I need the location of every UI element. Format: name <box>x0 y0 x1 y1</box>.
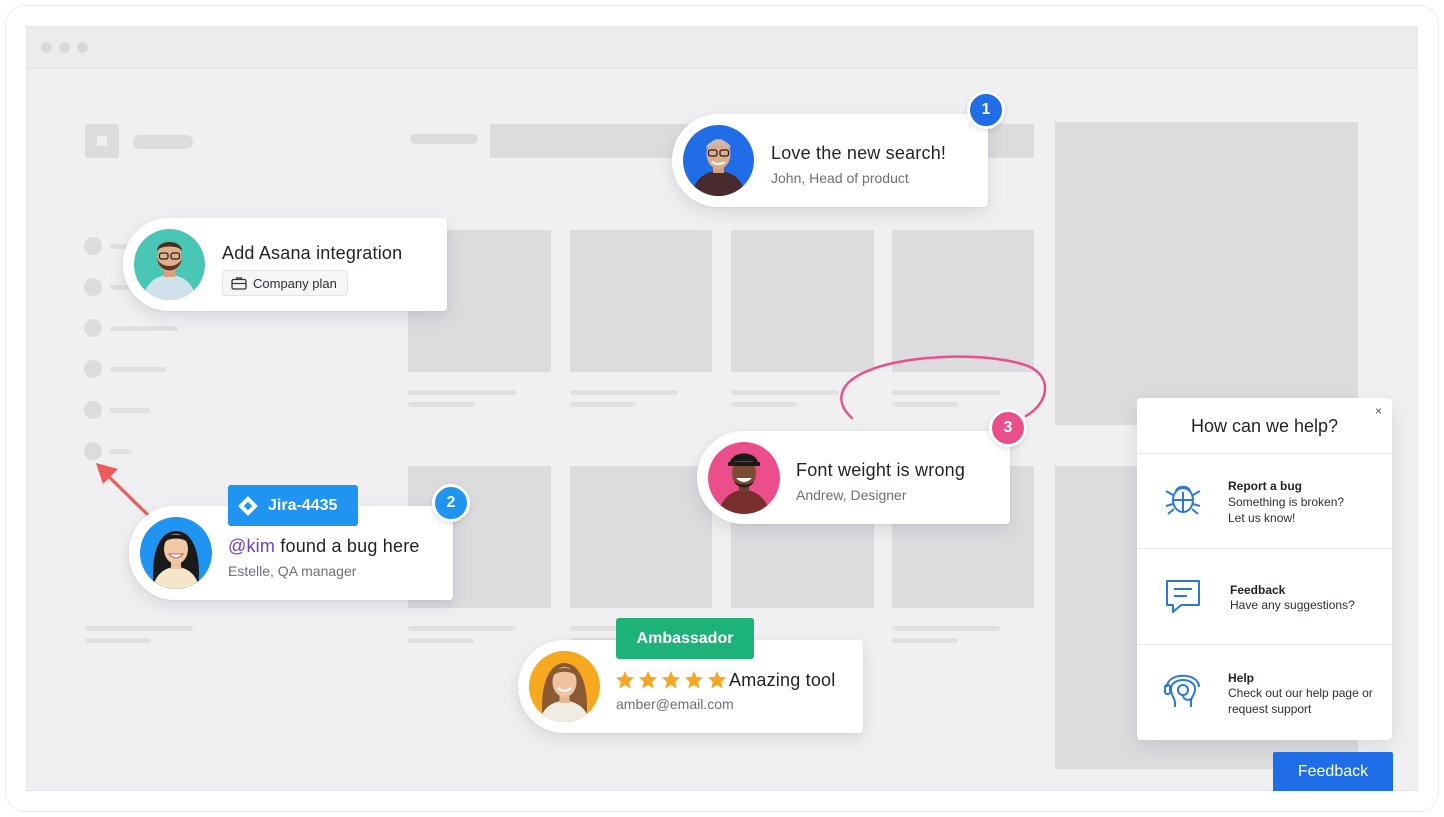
comment-text: Font weight is wrong <box>796 460 966 480</box>
avatar <box>708 442 780 514</box>
star-icon <box>707 670 727 689</box>
help-option-feedback[interactable]: Feedback Have any suggestions? <box>1137 548 1392 644</box>
bug-icon <box>1165 485 1201 515</box>
help-option-description: Check out our help page or request suppo… <box>1228 686 1373 716</box>
comment-author: Andrew, Designer <box>796 487 907 503</box>
help-option-title: Report a bug <box>1228 479 1302 493</box>
window-dot[interactable] <box>41 42 52 53</box>
comment-card-love-search[interactable]: Love the new search! John, Head of produ… <box>672 114 988 207</box>
pin-badge-1[interactable]: 1 <box>967 91 1005 129</box>
support-headset-icon <box>1164 674 1200 707</box>
jira-ticket-tag[interactable]: Jira-4435 <box>228 485 358 526</box>
plan-tag: Company plan <box>222 270 348 296</box>
ambassador-tag: Ambassador <box>616 618 754 659</box>
pin-badge-3[interactable]: 3 <box>989 409 1027 447</box>
speech-bubble-icon <box>1166 580 1200 613</box>
pin-badge-2[interactable]: 2 <box>432 484 470 522</box>
comment-text: @kim found a bug here <box>228 536 420 557</box>
avatar <box>140 517 212 589</box>
star-icon <box>661 670 681 689</box>
help-option-report-bug[interactable]: Report a bug Something is broken? Let us… <box>1137 453 1392 548</box>
comment-card-font[interactable]: Font weight is wrong Andrew, Designer <box>697 431 1010 524</box>
pointer-arrow <box>96 463 150 517</box>
briefcase-icon <box>231 277 247 290</box>
avatar <box>134 229 205 300</box>
user-mention[interactable]: @kim <box>228 536 275 556</box>
star-rating <box>615 670 727 689</box>
comment-text: Love the new search! <box>771 143 947 163</box>
help-option-description: Have any suggestions? <box>1230 598 1355 612</box>
avatar <box>683 125 754 196</box>
review-text: Amazing tool <box>729 670 836 690</box>
jira-icon <box>238 495 258 516</box>
comment-text: Add Asana integration <box>222 243 403 263</box>
window-dot[interactable] <box>77 42 88 53</box>
help-option-description: Something is broken? Let us know! <box>1228 495 1345 525</box>
browser-toolbar <box>27 27 1417 69</box>
comment-author: Estelle, QA manager <box>228 563 357 579</box>
star-icon <box>638 670 658 689</box>
window-dot[interactable] <box>59 42 70 53</box>
jira-ticket-label: Jira-4435 <box>268 496 338 514</box>
plan-tag-label: Company plan <box>253 275 337 291</box>
help-option-help[interactable]: Help Check out our help page or request … <box>1137 644 1392 740</box>
help-option-title: Feedback <box>1230 583 1286 597</box>
title-placeholder <box>133 135 193 149</box>
help-widget-title: How can we help? <box>1190 416 1339 436</box>
review-author-email: amber@email.com <box>616 696 734 712</box>
comment-author: John, Head of product <box>771 170 909 186</box>
feedback-button[interactable]: Feedback <box>1273 752 1393 791</box>
comment-card-asana[interactable]: Add Asana integration <box>123 218 447 311</box>
star-icon <box>615 670 635 689</box>
avatar <box>529 651 600 722</box>
comment-text-rest: found a bug here <box>275 536 420 556</box>
star-icon <box>684 670 704 689</box>
help-widget: × How can we help? Report a bug Somethin… <box>1137 398 1392 740</box>
help-option-title: Help <box>1228 671 1255 685</box>
